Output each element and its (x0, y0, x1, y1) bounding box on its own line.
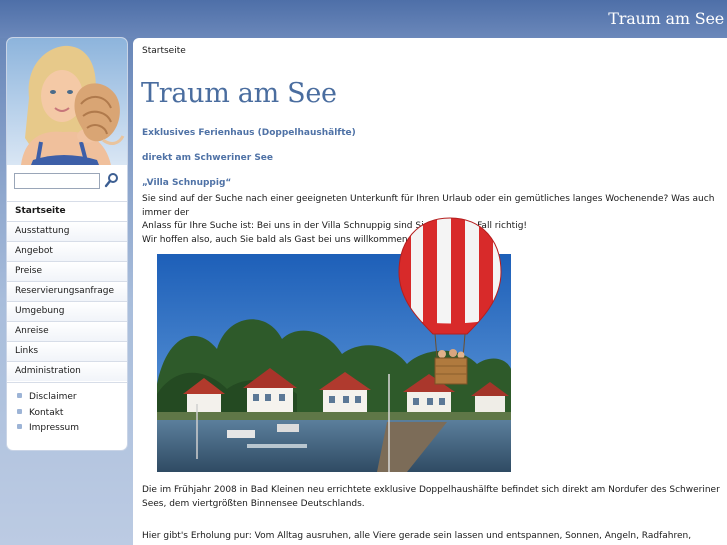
nav-item-administration[interactable]: Administration (7, 361, 127, 381)
nav-item-preise[interactable]: Preise (7, 261, 127, 281)
hot-air-balloon-image (395, 216, 505, 400)
secondary-navigation: Disclaimer Kontakt Impressum (7, 382, 127, 450)
magnifier-icon (104, 173, 118, 188)
nav-item-anreise[interactable]: Anreise (7, 321, 127, 341)
breadcrumb: Startseite (142, 46, 186, 56)
site-header: Traum am See (0, 0, 727, 38)
nav-item-impressum[interactable]: Impressum (7, 421, 127, 437)
lead-subheading: direkt am Schweriner See (142, 153, 274, 163)
site-title[interactable]: Traum am See (608, 9, 724, 28)
search-input[interactable] (14, 173, 100, 189)
nav-item-disclaimer[interactable]: Disclaimer (7, 390, 127, 406)
villa-name: „Villa Schnuppig“ (142, 178, 232, 188)
nav-item-impressum-label: Impressum (29, 423, 80, 433)
square-bullet-icon (17, 408, 22, 414)
page-title: Traum am See (141, 78, 337, 109)
search-button[interactable] (104, 172, 120, 188)
nav-item-umgebung[interactable]: Umgebung (7, 301, 127, 321)
nav-item-angebot[interactable]: Angebot (7, 241, 127, 261)
nav-item-disclaimer-label: Disclaimer (29, 392, 77, 402)
search-area (7, 165, 127, 201)
main-content: Startseite Traum am See Exklusives Ferie… (133, 38, 727, 545)
nav-item-kontakt[interactable]: Kontakt (7, 406, 127, 422)
nav-item-reservierungsanfrage[interactable]: Reservierungsanfrage (7, 281, 127, 301)
nav-item-startseite[interactable]: Startseite (7, 201, 127, 221)
sidebar: Startseite Ausstattung Angebot Preise Re… (7, 38, 127, 450)
location-paragraph: Die im Frühjahr 2008 in Bad Kleinen neu … (142, 485, 720, 509)
main-navigation: Startseite Ausstattung Angebot Preise Re… (7, 201, 127, 381)
square-bullet-icon (17, 393, 22, 398)
lead-heading: Exklusives Ferienhaus (Doppelhaushälfte) (142, 128, 356, 138)
square-bullet-icon (17, 424, 22, 429)
nav-item-kontakt-label: Kontakt (29, 407, 64, 418)
sidebar-photo-girl-with-shell (7, 38, 127, 165)
nav-item-links[interactable]: Links (7, 341, 127, 361)
nav-item-ausstattung[interactable]: Ausstattung (7, 221, 127, 241)
relax-paragraph: Hier gibt's Erholung pur: Vom Alltag aus… (142, 531, 692, 545)
